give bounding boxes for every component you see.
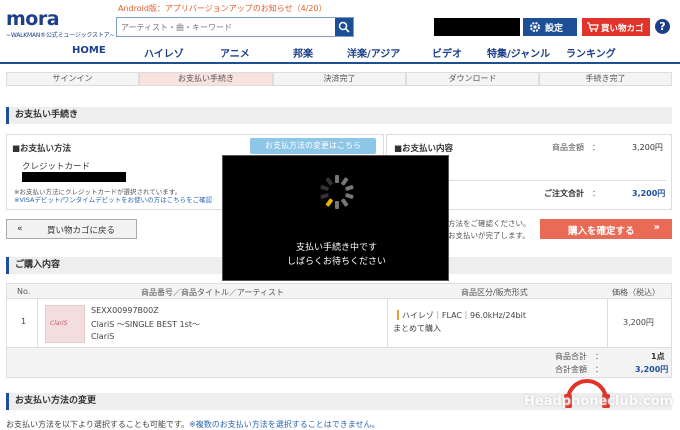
- order-total-value: 3,200円: [632, 189, 666, 198]
- change-payment-method-button[interactable]: お支払方法の変更はこちら: [250, 138, 376, 154]
- search-input[interactable]: [117, 18, 335, 36]
- visa-debit-note-link[interactable]: ※VISAデビット/ワンタイムデビットをお使いの方はこちらをご確認: [14, 194, 212, 204]
- album-thumbnail[interactable]: ClariS: [45, 305, 85, 343]
- sale-type: まとめて購入: [393, 324, 441, 333]
- payment-section-title: お支払い手続き: [6, 107, 672, 124]
- product-price: 3,200円: [623, 318, 654, 327]
- cart-label: 買い物カゴ: [601, 24, 644, 34]
- user-name-redacted[interactable]: [434, 18, 520, 36]
- thumbnail-text: ClariS: [50, 320, 68, 327]
- col-product: 商品番号／商品タイトル／アーティスト: [141, 288, 285, 297]
- gear-icon: [530, 22, 540, 32]
- item-count-label: 商品合計: [555, 352, 587, 361]
- hires-indicator: [397, 310, 399, 320]
- processing-message: 支払い手続き中です: [295, 243, 377, 253]
- step-signin: サインイン: [6, 72, 139, 86]
- column-divider: [607, 299, 608, 348]
- search-icon: [338, 21, 350, 33]
- subtotal-label: 商品金額: [552, 143, 584, 152]
- confirm-purchase-button[interactable]: 購入を確定する »: [540, 219, 672, 239]
- double-chevron-left-icon: «: [17, 224, 23, 234]
- nav-ranking[interactable]: ランキング: [566, 45, 616, 60]
- row-number: 1: [21, 317, 27, 326]
- settings-label: 設定: [545, 24, 564, 34]
- watermark-text: Headphoneclub.com: [524, 394, 674, 409]
- confirm-instructions: 方法をご確認ください。 お支払いが完了します。: [448, 218, 531, 242]
- please-wait-message: しばらくお待ちください: [286, 257, 386, 267]
- settings-button[interactable]: 設定: [523, 18, 577, 36]
- confirm-instructions-line1: 方法をご確認ください。: [448, 219, 531, 228]
- payment-method-name: クレジットカード: [22, 162, 91, 172]
- nav-features-genre[interactable]: 特集/ジャンル: [487, 45, 550, 60]
- column-divider: [387, 299, 388, 348]
- cart-icon: [587, 22, 599, 32]
- subtotal-colon: ：: [592, 143, 600, 152]
- step-payment: お支払い手続き: [139, 72, 273, 86]
- order-total-colon: ：: [592, 189, 600, 198]
- search-bar: [116, 17, 354, 37]
- change-payment-description: お支払い方法を以下より選択することも可能です。※複数のお支払い方法を選択すること…: [6, 419, 380, 430]
- checkout-steps: サインイン お支払い手続き 決済完了 ダウンロード 手続き完了: [6, 72, 672, 86]
- product-format: ハイレゾ｜FLAC｜96.0kHz/24bit: [402, 311, 526, 320]
- nav-hires[interactable]: ハイレゾ: [144, 45, 184, 60]
- logo-subtitle: ~WALKMAN®公式ミュージックストア~: [6, 32, 115, 39]
- back-to-cart-label: 買い物カゴに戻る: [47, 226, 116, 236]
- app-notice-link[interactable]: Android版：アプリバージョンアップのお知らせ（4/20）: [118, 3, 327, 14]
- amount-value: 3,200円: [635, 365, 669, 374]
- step-settlement: 決済完了: [273, 72, 406, 86]
- change-payment-text: お支払い方法を以下より選択することも可能です。: [6, 420, 190, 429]
- mora-logo[interactable]: mora ~WALKMAN®公式ミュージックストア~: [6, 8, 115, 39]
- cart-button[interactable]: 買い物カゴ: [582, 18, 650, 36]
- artist-link[interactable]: ClariS: [91, 332, 114, 341]
- confirm-instructions-line2: お支払いが完了します。: [448, 231, 530, 240]
- item-count-value: 1点: [651, 352, 665, 361]
- nav-home[interactable]: HOME: [72, 45, 106, 56]
- col-no: No.: [17, 287, 31, 296]
- purchase-table-header: No. 商品番号／商品タイトル／アーティスト 商品区分/販売形式 価格（税込）: [6, 283, 672, 299]
- item-count-colon: ：: [595, 352, 603, 361]
- product-id: SEXX00997B00Z: [91, 306, 159, 315]
- nav-anime[interactable]: アニメ: [220, 45, 250, 60]
- nav-video[interactable]: ビデオ: [432, 45, 462, 60]
- product-title-link[interactable]: ClariS ～SINGLE BEST 1st～: [91, 319, 200, 330]
- subtotal-value: 3,200円: [632, 143, 663, 152]
- table-row: 1 ClariS SEXX00997B00Z ClariS ～SINGLE BE…: [6, 299, 672, 348]
- col-format: 商品区分/販売形式: [461, 288, 528, 297]
- confirm-purchase-label: 購入を確定する: [568, 226, 635, 237]
- payment-method-title: ■お支払い方法: [12, 144, 72, 154]
- loading-spinner-icon: [320, 175, 354, 209]
- change-payment-note: ※複数のお支払い方法を選択することはできません。: [189, 420, 380, 429]
- help-button[interactable]: ?: [655, 19, 670, 34]
- logo-text: mora: [6, 8, 60, 30]
- processing-dialog: 支払い手続き中です しばらくお待ちください: [222, 155, 449, 281]
- nav-western-asia[interactable]: 洋楽/アジア: [347, 45, 400, 60]
- back-to-cart-button[interactable]: « 買い物カゴに戻る: [6, 219, 137, 239]
- double-chevron-right-icon: »: [653, 222, 660, 233]
- card-number-redacted: [22, 172, 126, 182]
- column-divider: [37, 299, 38, 348]
- payment-details-title: ■お支払い内容: [394, 144, 454, 154]
- site-header: mora ~WALKMAN®公式ミュージックストア~ Android版：アプリバ…: [0, 0, 680, 40]
- step-complete: 手続き完了: [539, 72, 672, 86]
- nav-jpop[interactable]: 邦楽: [293, 45, 313, 60]
- main-nav: HOME ハイレゾ アニメ 邦楽 洋楽/アジア ビデオ 特集/ジャンル ランキン…: [0, 40, 680, 64]
- step-download: ダウンロード: [406, 72, 539, 86]
- order-total-label: ご注文合計: [544, 189, 584, 198]
- col-price: 価格（税込）: [612, 288, 660, 297]
- search-button[interactable]: [335, 18, 353, 36]
